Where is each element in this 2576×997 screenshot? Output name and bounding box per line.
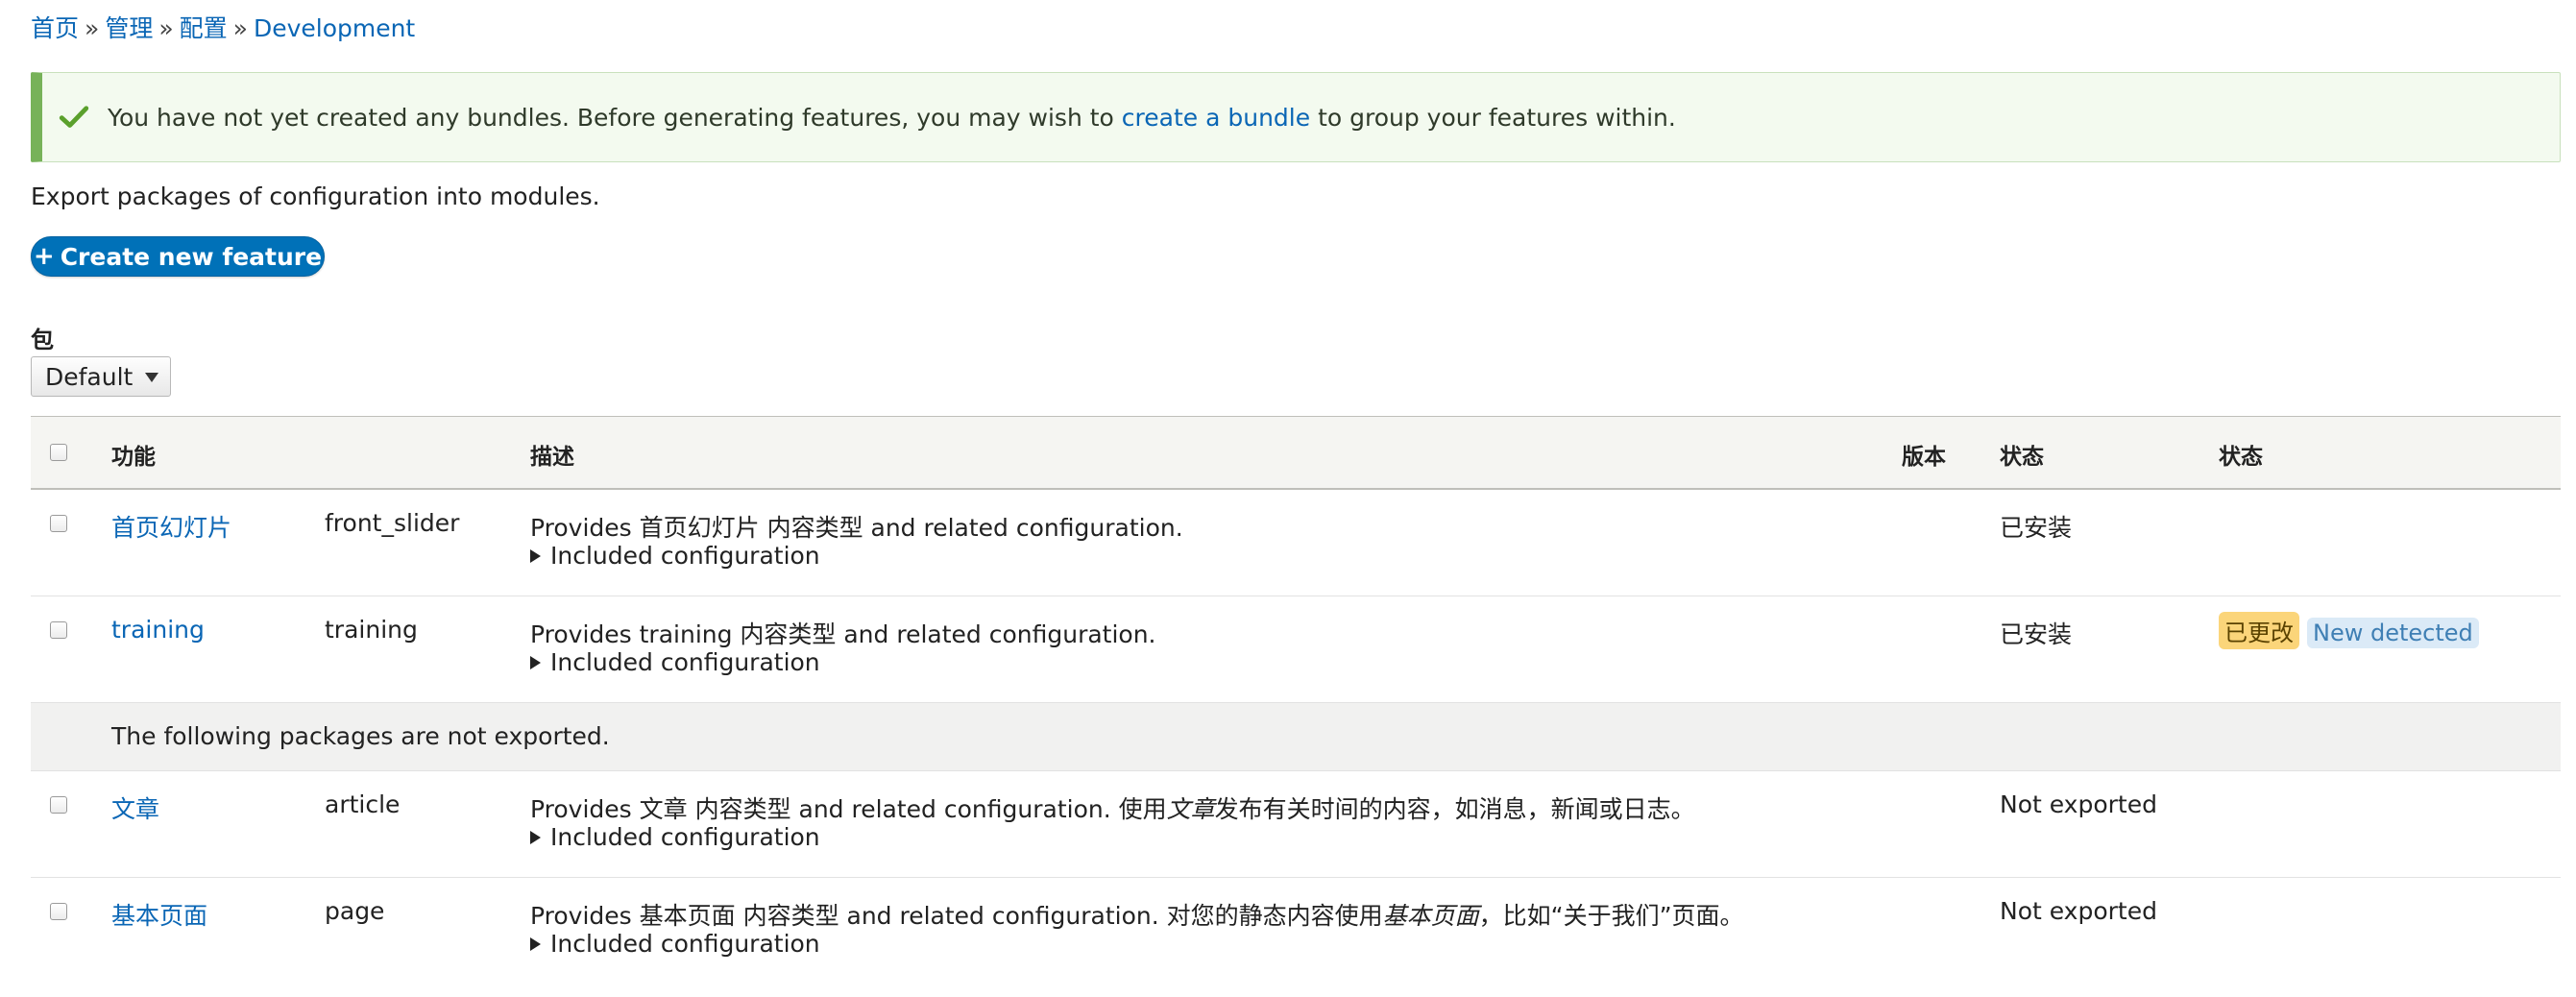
feature-status: 已安装 bbox=[2000, 620, 2073, 648]
included-configuration-label: Included configuration bbox=[550, 823, 820, 851]
triangle-right-icon bbox=[530, 831, 541, 844]
row-checkbox[interactable] bbox=[50, 903, 67, 920]
changed-badge: 已更改 bbox=[2219, 612, 2299, 649]
breadcrumb-separator: » bbox=[158, 14, 174, 42]
row-checkbox[interactable] bbox=[50, 796, 67, 814]
header-status: 状态 bbox=[2000, 445, 2044, 470]
table-row: training training Provides training 内容类型… bbox=[31, 596, 2561, 703]
page: 首页» 管理» 配置» Development You have not yet cr… bbox=[0, 0, 2576, 997]
row-checkbox[interactable] bbox=[50, 621, 67, 639]
triangle-right-icon bbox=[530, 656, 541, 669]
breadcrumb-separator: » bbox=[85, 14, 100, 42]
description-text: Provides 首页幻灯片 内容类型 and related configur… bbox=[530, 514, 1183, 542]
triangle-right-icon bbox=[530, 937, 541, 951]
machine-name: page bbox=[325, 897, 385, 925]
breadcrumb-separator: » bbox=[232, 14, 248, 42]
row-checkbox[interactable] bbox=[50, 515, 67, 532]
feature-status: Not exported bbox=[2000, 790, 2157, 818]
breadcrumb-home[interactable]: 首页 bbox=[31, 14, 79, 42]
description-emphasis: 基本页面 bbox=[1382, 902, 1479, 930]
feature-link[interactable]: 基本页面 bbox=[111, 897, 207, 932]
breadcrumb-development[interactable]: Development bbox=[254, 14, 415, 42]
message-text-after: to group your features within. bbox=[1318, 103, 1676, 132]
feature-link[interactable]: 首页幻灯片 bbox=[111, 509, 231, 544]
select-all-checkbox[interactable] bbox=[50, 444, 67, 461]
feature-description: Provides 首页幻灯片 内容类型 and related configur… bbox=[530, 509, 1183, 544]
create-new-feature-button[interactable]: + Create new feature bbox=[31, 236, 325, 277]
feature-description: Provides 文章 内容类型 and related configurati… bbox=[530, 790, 1695, 825]
header-version: 版本 bbox=[1902, 445, 1946, 470]
group-label: The following packages are not exported. bbox=[111, 722, 610, 750]
status-message-text: You have not yet created any bundles. Be… bbox=[108, 104, 1676, 132]
package-label: 包 bbox=[31, 327, 54, 353]
table-row: 基本页面 page Provides 基本页面 内容类型 and related… bbox=[31, 878, 2561, 984]
breadcrumb-admin[interactable]: 管理 bbox=[105, 14, 153, 42]
package-select[interactable]: Default bbox=[31, 356, 171, 397]
status-message: You have not yet created any bundles. Be… bbox=[31, 72, 2561, 162]
header-state: 状态 bbox=[2219, 445, 2263, 470]
machine-name: front_slider bbox=[325, 509, 460, 537]
plus-icon: + bbox=[33, 242, 55, 271]
intro-text: Export packages of configuration into mo… bbox=[31, 182, 600, 210]
feature-description: Provides 基本页面 内容类型 and related configura… bbox=[530, 897, 1744, 932]
included-configuration-toggle[interactable]: Included configuration bbox=[530, 823, 820, 851]
package-select-value: Default bbox=[45, 362, 134, 391]
table-header: 功能 描述 版本 状态 状态 bbox=[31, 416, 2561, 490]
feature-link[interactable]: training bbox=[111, 616, 205, 644]
feature-link[interactable]: 文章 bbox=[111, 790, 159, 825]
included-configuration-toggle[interactable]: Included configuration bbox=[530, 930, 820, 958]
description-text: Provides training 内容类型 and related confi… bbox=[530, 620, 1156, 648]
included-configuration-label: Included configuration bbox=[550, 648, 820, 676]
feature-description: Provides training 内容类型 and related confi… bbox=[530, 616, 1156, 650]
table-row: 文章 article Provides 文章 内容类型 and related … bbox=[31, 771, 2561, 878]
description-text: 发布有关时间的内容，如消息，新闻或日志。 bbox=[1214, 795, 1695, 823]
machine-name: training bbox=[325, 616, 418, 644]
included-configuration-label: Included configuration bbox=[550, 930, 820, 958]
chevron-down-icon bbox=[145, 373, 158, 382]
included-configuration-toggle[interactable]: Included configuration bbox=[530, 542, 820, 570]
feature-status: Not exported bbox=[2000, 897, 2157, 925]
breadcrumb-config[interactable]: 配置 bbox=[180, 14, 228, 42]
description-text: ，比如“关于我们”页面。 bbox=[1478, 902, 1744, 930]
machine-name: article bbox=[325, 790, 401, 818]
create-new-feature-label: Create new feature bbox=[60, 242, 323, 271]
included-configuration-label: Included configuration bbox=[550, 542, 820, 570]
not-exported-group-row: The following packages are not exported. bbox=[31, 703, 2561, 771]
message-text-before: You have not yet created any bundles. Be… bbox=[108, 103, 1114, 132]
description-text: Provides 文章 内容类型 and related configurati… bbox=[530, 795, 1167, 823]
check-icon bbox=[59, 106, 89, 128]
header-feature: 功能 bbox=[111, 445, 156, 470]
feature-state: 已更改 New detected bbox=[2219, 612, 2487, 649]
table-row: 首页幻灯片 front_slider Provides 首页幻灯片 内容类型 a… bbox=[31, 490, 2561, 596]
new-detected-badge: New detected bbox=[2307, 618, 2479, 648]
included-configuration-toggle[interactable]: Included configuration bbox=[530, 648, 820, 676]
create-bundle-link[interactable]: create a bundle bbox=[1122, 104, 1310, 132]
header-description: 描述 bbox=[530, 445, 574, 470]
breadcrumb: 首页» 管理» 配置» Development bbox=[31, 10, 415, 44]
triangle-right-icon bbox=[530, 549, 541, 563]
feature-status: 已安装 bbox=[2000, 514, 2073, 542]
description-text: Provides 基本页面 内容类型 and related configura… bbox=[530, 902, 1383, 930]
description-emphasis: 文章 bbox=[1166, 795, 1215, 823]
features-table: 功能 描述 版本 状态 状态 首页幻灯片 front_slider Provid… bbox=[31, 416, 2561, 984]
